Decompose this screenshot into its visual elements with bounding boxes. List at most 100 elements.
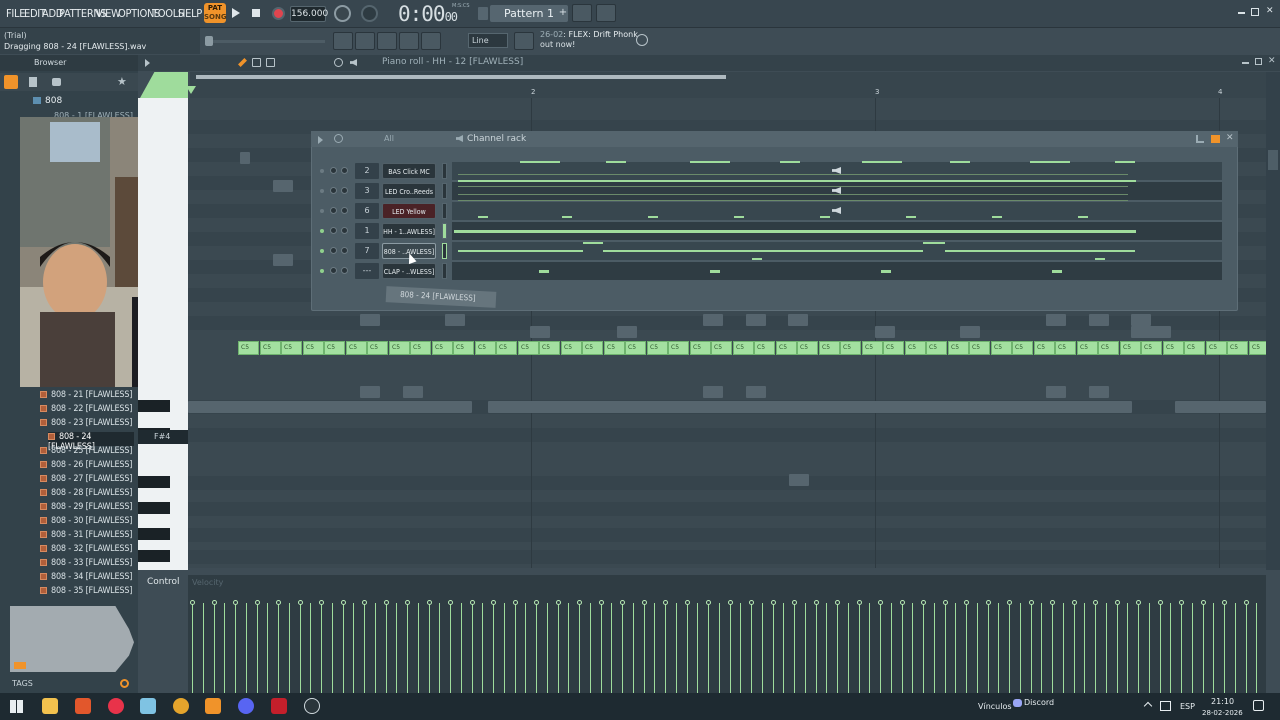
velocity-bar[interactable] <box>633 603 634 693</box>
hihat-note[interactable]: C5 <box>389 341 410 355</box>
ghost-note[interactable] <box>875 326 895 338</box>
browser-item[interactable]: 808 - 26 [FLAWLESS] <box>40 460 136 474</box>
volume-knob-icon[interactable] <box>341 267 348 274</box>
velocity-bar[interactable] <box>1031 603 1032 693</box>
black-key[interactable] <box>138 502 170 514</box>
pan-knob-icon[interactable] <box>330 247 337 254</box>
browser-item[interactable]: 808 - 33 [FLAWLESS] <box>40 558 136 572</box>
velocity-bar[interactable] <box>955 603 956 693</box>
obs-icon[interactable] <box>304 698 320 714</box>
ghost-note[interactable] <box>746 386 766 398</box>
hihat-note[interactable]: C5 <box>1141 341 1162 355</box>
black-key[interactable] <box>138 400 170 412</box>
news-icon[interactable] <box>514 32 534 50</box>
hihat-note[interactable]: C5 <box>324 341 345 355</box>
velocity-bar[interactable] <box>1138 603 1139 693</box>
slider-handle-icon[interactable] <box>205 36 213 46</box>
velocity-bar[interactable] <box>1095 603 1096 693</box>
hihat-note[interactable]: C5 <box>819 341 840 355</box>
ghost-note[interactable] <box>188 401 472 413</box>
velocity-bar[interactable] <box>375 603 376 693</box>
velocity-handle[interactable] <box>771 600 776 605</box>
master-volume-slider[interactable] <box>205 40 325 43</box>
hihat-note[interactable]: C5 <box>281 341 302 355</box>
tray-vinculos[interactable]: Vínculos <box>978 702 1012 711</box>
velocity-handle[interactable] <box>986 600 991 605</box>
velocity-bar[interactable] <box>773 603 774 693</box>
ghost-note[interactable] <box>1089 386 1109 398</box>
discord-app-icon[interactable] <box>238 698 254 714</box>
velocity-handle[interactable] <box>276 600 281 605</box>
velocity-bar[interactable] <box>267 603 268 693</box>
close-icon[interactable]: ✕ <box>1266 7 1275 16</box>
ghost-note[interactable] <box>703 314 723 326</box>
hihat-note[interactable]: C5 <box>754 341 775 355</box>
channel-button[interactable]: BAS Click MC <box>382 163 436 179</box>
velocity-bar[interactable] <box>590 603 591 693</box>
hihat-note[interactable]: C5 <box>432 341 453 355</box>
velocity-bar[interactable] <box>891 603 892 693</box>
master-pitch-knob-icon[interactable] <box>361 5 378 22</box>
snap-select[interactable]: Line <box>468 33 508 48</box>
hihat-note[interactable]: C5 <box>840 341 861 355</box>
discord-tray-icon[interactable] <box>1013 699 1022 707</box>
velocity-bar[interactable] <box>665 603 666 693</box>
record-icon[interactable] <box>272 7 285 20</box>
piano-roll-menu-arrow-icon[interactable] <box>145 59 150 67</box>
notifications-icon[interactable] <box>1253 700 1264 711</box>
network-icon[interactable] <box>1160 701 1171 711</box>
volume-knob-icon[interactable] <box>341 207 348 214</box>
volume-knob-icon[interactable] <box>341 187 348 194</box>
browser-item-selected[interactable]: 808 - 24 [FLAWLESS] <box>48 432 134 452</box>
velocity-bar[interactable] <box>977 603 978 693</box>
velocity-lane[interactable] <box>188 575 1266 693</box>
hihat-note[interactable]: C5 <box>453 341 474 355</box>
hihat-note[interactable]: C5 <box>776 341 797 355</box>
channel-button[interactable]: LED Yellow <box>382 203 436 219</box>
channel-number[interactable]: 6 <box>355 203 379 219</box>
velocity-handle[interactable] <box>921 600 926 605</box>
hihat-note[interactable]: C5 <box>926 341 947 355</box>
pattern-prev-icon[interactable] <box>478 7 488 20</box>
hihat-note[interactable]: C5 <box>969 341 990 355</box>
velocity-bar[interactable] <box>783 603 784 693</box>
velocity-bar[interactable] <box>794 603 795 693</box>
hihat-note[interactable]: C5 <box>410 341 431 355</box>
velocity-bar[interactable] <box>558 603 559 693</box>
velocity-bar[interactable] <box>235 603 236 693</box>
ghost-note[interactable] <box>240 152 250 164</box>
channel-led[interactable] <box>320 189 324 193</box>
hihat-note[interactable]: C5 <box>948 341 969 355</box>
velocity-bar[interactable] <box>1213 603 1214 693</box>
velocity-bar[interactable] <box>848 603 849 693</box>
velocity-handle[interactable] <box>900 600 905 605</box>
hihat-note[interactable]: C5 <box>260 341 281 355</box>
browser-add-icon[interactable] <box>4 75 18 89</box>
velocity-handle[interactable] <box>943 600 948 605</box>
velocity-bar[interactable] <box>601 603 602 693</box>
hihat-note[interactable]: C5 <box>711 341 732 355</box>
velocity-handle[interactable] <box>298 600 303 605</box>
channel-select-meter[interactable] <box>442 243 447 259</box>
velocity-bar[interactable] <box>762 603 763 693</box>
velocity-handle[interactable] <box>835 600 840 605</box>
velocity-bar[interactable] <box>257 603 258 693</box>
velocity-handle[interactable] <box>556 600 561 605</box>
velocity-handle[interactable] <box>1093 600 1098 605</box>
velocity-bar[interactable] <box>579 603 580 693</box>
velocity-bar[interactable] <box>568 603 569 693</box>
rack-graph-icon[interactable] <box>1196 135 1204 143</box>
velocity-handle[interactable] <box>405 600 410 605</box>
channel-number[interactable]: --- <box>355 263 379 279</box>
velocity-bar[interactable] <box>1170 603 1171 693</box>
velocity-bar[interactable] <box>687 603 688 693</box>
channel-number[interactable]: 2 <box>355 163 379 179</box>
black-key[interactable] <box>138 550 170 562</box>
velocity-handle[interactable] <box>384 600 389 605</box>
vertical-scrollbar[interactable] <box>1266 72 1280 570</box>
velocity-handle[interactable] <box>749 600 754 605</box>
velocity-handle[interactable] <box>728 600 733 605</box>
channel-select-meter[interactable] <box>442 183 447 199</box>
velocity-bar[interactable] <box>525 603 526 693</box>
control-label[interactable]: Control <box>147 577 180 587</box>
